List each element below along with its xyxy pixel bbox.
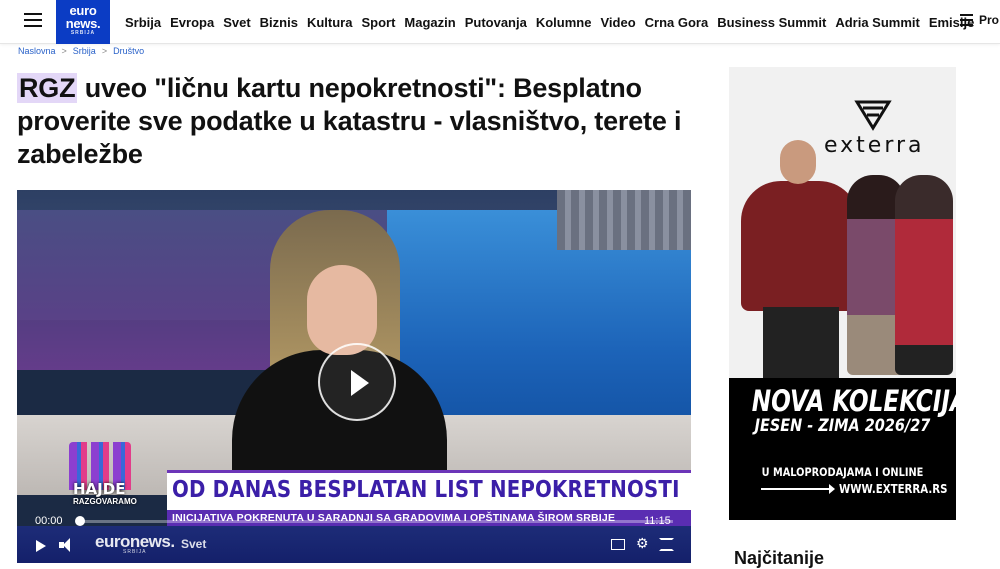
progress-handle[interactable] bbox=[75, 516, 85, 526]
nav-link-business-summit[interactable]: Business Summit bbox=[717, 15, 826, 30]
list-icon bbox=[960, 14, 973, 26]
nav-link-biznis[interactable]: Biznis bbox=[260, 15, 298, 30]
site-logo[interactable]: euro news. SRBIJA bbox=[56, 0, 110, 44]
breadcrumb-separator: > bbox=[61, 46, 67, 56]
nav-link-evropa[interactable]: Evropa bbox=[170, 15, 214, 30]
nav-more-label: Pro bbox=[979, 13, 1000, 27]
breadcrumb-separator: > bbox=[101, 46, 108, 56]
ad-season: JESEN - ZIMA 2026/27 bbox=[754, 416, 931, 436]
nav-link-sport[interactable]: Sport bbox=[361, 15, 395, 30]
volume-icon[interactable] bbox=[59, 538, 77, 552]
breadcrumb-srbija[interactable]: Srbija bbox=[73, 46, 96, 56]
picture-in-picture-icon[interactable] bbox=[611, 539, 625, 550]
breadcrumb-drustvo[interactable]: Društvo bbox=[113, 46, 144, 56]
ad-photo-area: exterra bbox=[729, 67, 956, 378]
nav-link-magazin[interactable]: Magazin bbox=[404, 15, 455, 30]
video-player[interactable]: OD DANAS BESPLATAN LIST NEPOKRETNOSTI IN… bbox=[17, 190, 691, 563]
nav-more-button[interactable]: Pro bbox=[960, 13, 999, 27]
article-title-highlight: RGZ bbox=[17, 73, 78, 103]
top-navigation: euro news. SRBIJA Srbija Evropa Svet Biz… bbox=[0, 0, 1000, 44]
logo-line-3: SRBIJA bbox=[70, 30, 96, 36]
nav-link-putovanja[interactable]: Putovanja bbox=[465, 15, 527, 30]
advertisement-banner[interactable]: exterra NOVA KOLEKCIJA JESEN - ZIMA 2026… bbox=[729, 67, 956, 520]
player-category: Svet bbox=[181, 537, 207, 551]
player-brand-sub: SRBIJA bbox=[123, 549, 147, 555]
progress-bar[interactable] bbox=[78, 520, 673, 523]
logo-line-2: news. bbox=[65, 16, 101, 31]
total-time: 11:15 bbox=[644, 515, 671, 527]
exterra-logo-icon bbox=[854, 100, 892, 131]
ad-text-area: NOVA KOLEKCIJA JESEN - ZIMA 2026/27 U MA… bbox=[729, 378, 956, 520]
show-name: HAJDE bbox=[73, 480, 126, 498]
play-icon[interactable] bbox=[36, 540, 46, 552]
article-title-text: uveo "ličnu kartu nepokretnosti": Bespla… bbox=[17, 73, 682, 169]
big-play-button[interactable] bbox=[318, 343, 396, 421]
breadcrumb-home[interactable]: Naslovna bbox=[18, 46, 56, 56]
player-controls: euronews. SRBIJA Svet ⚙ bbox=[17, 526, 691, 563]
nav-link-adria-summit[interactable]: Adria Summit bbox=[835, 15, 920, 30]
nav-link-srbija[interactable]: Srbija bbox=[125, 15, 161, 30]
ad-model-woman-2 bbox=[895, 175, 953, 375]
ad-url-row: WWW.EXTERRA.RS bbox=[761, 482, 956, 496]
video-guest-face bbox=[307, 265, 377, 355]
ad-model-man bbox=[733, 137, 861, 378]
menu-icon[interactable] bbox=[24, 13, 42, 27]
nav-link-kolumne[interactable]: Kolumne bbox=[536, 15, 592, 30]
nav-link-video[interactable]: Video bbox=[600, 15, 635, 30]
nav-link-svet[interactable]: Svet bbox=[223, 15, 250, 30]
breadcrumb: Naslovna > Srbija > Društvo bbox=[18, 46, 144, 56]
lower-third-title: OD DANAS BESPLATAN LIST NEPOKRETNOSTI bbox=[172, 477, 680, 503]
arrow-right-icon bbox=[761, 484, 835, 494]
nav-link-kultura[interactable]: Kultura bbox=[307, 15, 353, 30]
most-read-heading: Najčitanije bbox=[734, 548, 825, 568]
fullscreen-icon[interactable] bbox=[659, 538, 674, 551]
video-background-buildings bbox=[557, 190, 691, 250]
main-nav: Srbija Evropa Svet Biznis Kultura Sport … bbox=[125, 0, 974, 44]
nav-link-crna-gora[interactable]: Crna Gora bbox=[645, 15, 709, 30]
article-title: RGZ uveo "ličnu kartu nepokretnosti": Be… bbox=[17, 72, 697, 171]
current-time: 00:00 bbox=[35, 515, 63, 527]
ad-headline: NOVA KOLEKCIJA bbox=[751, 384, 956, 418]
gear-icon[interactable]: ⚙ bbox=[636, 535, 649, 552]
ad-url[interactable]: WWW.EXTERRA.RS bbox=[839, 482, 947, 496]
show-name-secondary: RAZGOVARAMO bbox=[73, 497, 137, 506]
ad-retail-text: U MALOPRODAJAMA I ONLINE bbox=[761, 465, 924, 479]
